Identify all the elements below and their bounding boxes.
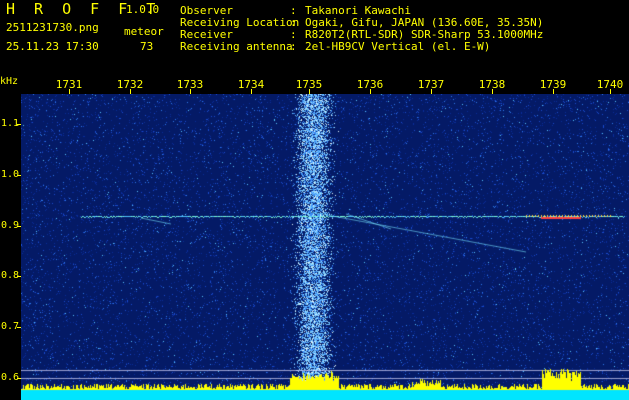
file-name: 2511231730.png — [6, 21, 99, 34]
antenna-value: 2el-HB9CV Vertical (el. E-W) — [305, 40, 491, 53]
meteor-label: meteor — [124, 25, 164, 38]
timestamp: 25.11.23 17:30 — [6, 40, 99, 53]
spectrogram-noise — [21, 94, 629, 400]
header-panel: H R O F F T 1.0.0 2511231730.png meteor … — [0, 0, 629, 72]
antenna-label: Receiving antenna — [180, 40, 293, 53]
location-label: Receiving Location — [180, 16, 300, 29]
observer-label: Observer — [180, 4, 233, 17]
y-unit-label: kHz — [0, 76, 19, 87]
location-value: Ogaki, Gifu, JAPAN (136.60E, 35.35N) — [305, 16, 544, 29]
spectrogram-plot — [21, 94, 629, 400]
receiver-value: R820T2(RTL-SDR) SDR-Sharp 53.1000MHz — [305, 28, 544, 41]
colon: : — [290, 28, 297, 41]
y-axis: 1.1 1.0 0.9 0.8 0.7 0.6 — [0, 94, 21, 400]
colon: : — [290, 16, 297, 29]
meteor-count: 73 — [140, 40, 154, 53]
colon: : — [290, 40, 297, 53]
app-version: 1.0.0 — [126, 3, 160, 16]
receiver-label: Receiver — [180, 28, 233, 41]
x-axis: 1731 1732 1733 1734 1735 1736 1737 1738 1739 1740 — [0, 72, 629, 94]
observer-value: Takanori Kawachi — [305, 4, 411, 17]
colon: : — [290, 4, 297, 17]
